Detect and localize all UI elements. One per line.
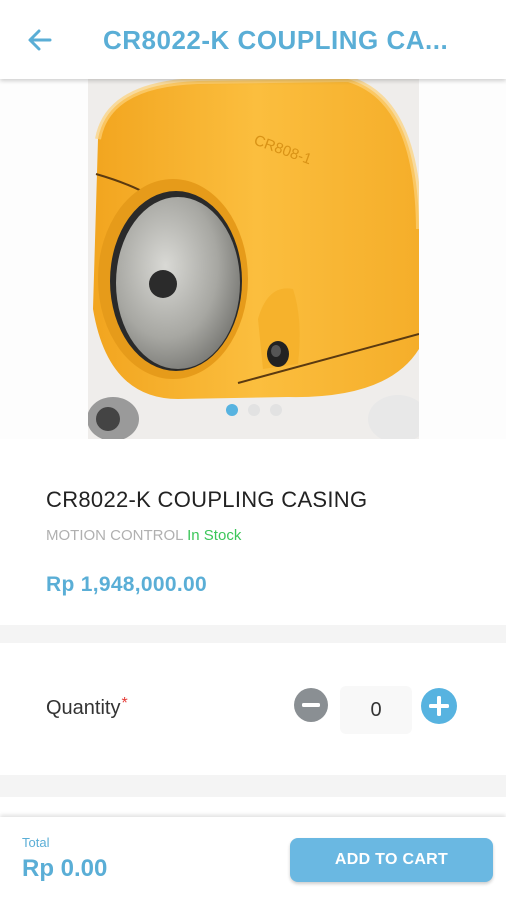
minus-circle-icon[interactable]	[293, 687, 329, 723]
quantity-label-text: Quantity	[46, 697, 121, 719]
divider	[0, 775, 506, 797]
coupling-casing-illustration: CR808-1	[88, 79, 419, 439]
bottom-bar: Total Rp 0.00 ADD TO CART	[0, 817, 506, 900]
plus-circle-icon[interactable]	[420, 687, 458, 725]
product-name: CR8022-K COUPLING CASING	[46, 487, 368, 512]
pagination-dot-1[interactable]	[226, 404, 238, 416]
pagination-dot-3[interactable]	[270, 404, 282, 416]
total-label: Total	[22, 835, 50, 850]
add-to-cart-button[interactable]: ADD TO CART	[290, 838, 493, 882]
required-marker: *	[121, 695, 128, 712]
product-image[interactable]: CR808-1	[88, 79, 419, 439]
quantity-row: Quantity*	[0, 643, 506, 775]
app-bar: CR8022-K COUPLING CA...	[0, 0, 506, 79]
gallery-pagination	[0, 404, 506, 418]
product-price: Rp 1,948,000.00	[46, 573, 207, 596]
quantity-label: Quantity*	[46, 695, 128, 720]
product-category: MOTION CONTROL	[46, 527, 183, 544]
quantity-input[interactable]	[340, 686, 412, 734]
pagination-dot-2[interactable]	[248, 404, 260, 416]
stock-status: In Stock	[187, 527, 242, 544]
divider	[0, 625, 506, 643]
product-meta: MOTION CONTROL In Stock	[46, 527, 241, 544]
back-arrow-icon[interactable]	[22, 22, 58, 58]
page-title: CR8022-K COUPLING CA...	[103, 25, 449, 55]
total-value: Rp 0.00	[22, 855, 108, 882]
product-info: CR8022-K COUPLING CASING MOTION CONTROL …	[0, 439, 506, 625]
